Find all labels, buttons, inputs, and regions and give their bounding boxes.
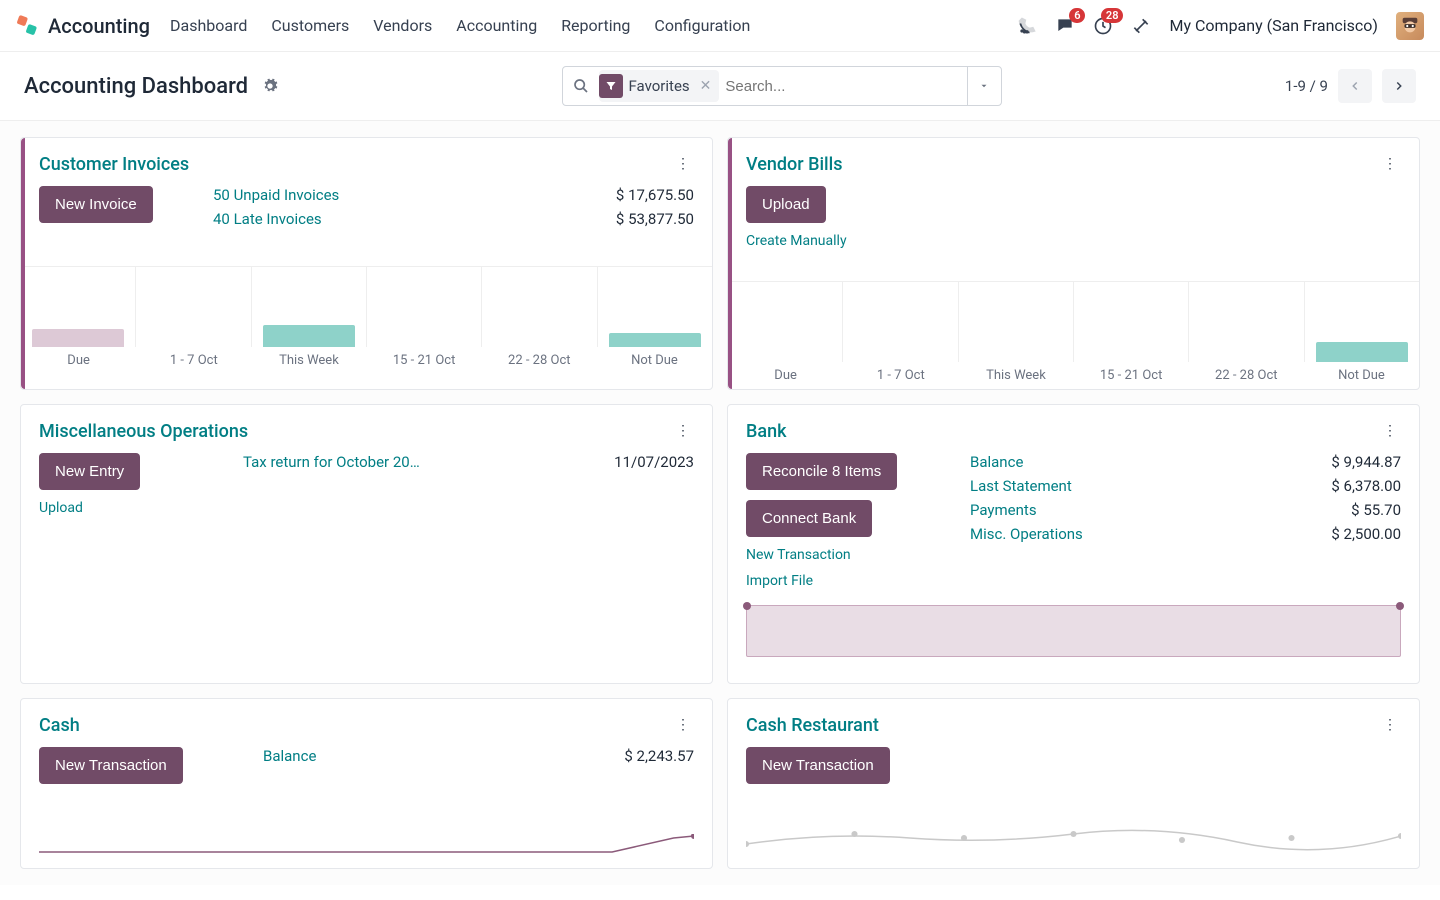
phone-icon[interactable] bbox=[1017, 16, 1037, 36]
dashboard-grid: Customer Invoices ⋮ New Invoice 50 Unpai… bbox=[0, 121, 1440, 885]
kebab-icon[interactable]: ⋮ bbox=[672, 152, 694, 176]
brand-logo-icon bbox=[16, 14, 40, 38]
late-invoices-amount: $ 53,877.50 bbox=[616, 210, 694, 228]
kebab-icon[interactable]: ⋮ bbox=[672, 713, 694, 737]
cash-restaurant-line-chart bbox=[746, 824, 1401, 854]
card-cash-restaurant: Cash Restaurant ⋮ New Transaction bbox=[727, 698, 1420, 869]
unpaid-invoices-amount: $ 17,675.50 bbox=[616, 186, 694, 204]
bank-last-statement-label[interactable]: Last Statement bbox=[970, 477, 1072, 495]
upload-button[interactable]: Upload bbox=[746, 186, 826, 223]
card-title[interactable]: Bank bbox=[746, 421, 786, 442]
nav-accounting[interactable]: Accounting bbox=[456, 16, 537, 35]
bank-payments-amount: $ 55.70 bbox=[1351, 501, 1401, 519]
cash-balance-amount: $ 2,243.57 bbox=[624, 747, 694, 765]
new-transaction-button[interactable]: New Transaction bbox=[746, 747, 890, 784]
activities-icon[interactable]: 28 bbox=[1093, 16, 1113, 36]
import-file-link[interactable]: Import File bbox=[746, 573, 813, 589]
search-bar[interactable]: Favorites ✕ bbox=[562, 66, 1002, 106]
subheader: Accounting Dashboard Favorites ✕ 1-9 / 9 bbox=[0, 52, 1440, 121]
new-transaction-link[interactable]: New Transaction bbox=[746, 547, 851, 563]
gear-icon[interactable] bbox=[262, 78, 278, 94]
pager-range: 1-9 / 9 bbox=[1285, 77, 1328, 95]
tools-icon[interactable] bbox=[1131, 16, 1151, 36]
unpaid-invoices-link[interactable]: 50 Unpaid Invoices bbox=[213, 186, 339, 204]
funnel-icon bbox=[599, 74, 623, 98]
card-title[interactable]: Customer Invoices bbox=[39, 154, 189, 175]
search-input[interactable] bbox=[725, 78, 966, 95]
card-misc-operations: Miscellaneous Operations ⋮ New Entry Upl… bbox=[20, 404, 713, 684]
card-vendor-bills: Vendor Bills ⋮ Upload Create Manually Du… bbox=[727, 137, 1420, 390]
nav-icons: 6 28 My Company (San Francisco) bbox=[1017, 12, 1424, 40]
invoices-barchart bbox=[21, 266, 712, 347]
brand-name: Accounting bbox=[48, 14, 150, 38]
filter-chip-remove[interactable]: ✕ bbox=[696, 78, 716, 94]
bank-line-chart bbox=[746, 605, 1401, 657]
nav-vendors[interactable]: Vendors bbox=[373, 16, 432, 35]
nav-menu: Dashboard Customers Vendors Accounting R… bbox=[170, 16, 750, 35]
brand[interactable]: Accounting bbox=[16, 14, 150, 38]
search-dropdown-toggle[interactable] bbox=[967, 67, 1001, 105]
card-customer-invoices: Customer Invoices ⋮ New Invoice 50 Unpai… bbox=[20, 137, 713, 390]
kebab-icon[interactable]: ⋮ bbox=[672, 419, 694, 443]
new-entry-button[interactable]: New Entry bbox=[39, 453, 140, 490]
filter-chip-favorites: Favorites ✕ bbox=[599, 70, 720, 102]
bank-misc-label[interactable]: Misc. Operations bbox=[970, 525, 1083, 543]
search-icon bbox=[563, 78, 599, 94]
card-title[interactable]: Miscellaneous Operations bbox=[39, 421, 248, 442]
nav-configuration[interactable]: Configuration bbox=[654, 16, 750, 35]
card-title[interactable]: Cash bbox=[39, 715, 80, 736]
messages-badge: 6 bbox=[1069, 8, 1085, 23]
new-invoice-button[interactable]: New Invoice bbox=[39, 186, 153, 223]
reconcile-button[interactable]: Reconcile 8 Items bbox=[746, 453, 897, 490]
bank-payments-label[interactable]: Payments bbox=[970, 501, 1037, 519]
new-transaction-button[interactable]: New Transaction bbox=[39, 747, 183, 784]
pager: 1-9 / 9 bbox=[1285, 69, 1416, 103]
bank-balance-label[interactable]: Balance bbox=[970, 453, 1023, 471]
nav-customers[interactable]: Customers bbox=[271, 16, 349, 35]
kebab-icon[interactable]: ⋮ bbox=[1379, 713, 1401, 737]
card-cash: Cash ⋮ New Transaction Balance $ 2,243.5… bbox=[20, 698, 713, 869]
pager-prev bbox=[1338, 69, 1372, 103]
activities-badge: 28 bbox=[1101, 8, 1124, 23]
bank-misc-amount: $ 2,500.00 bbox=[1331, 525, 1401, 543]
upload-link[interactable]: Upload bbox=[39, 500, 83, 516]
pager-next[interactable] bbox=[1382, 69, 1416, 103]
tax-return-link[interactable]: Tax return for October 20… bbox=[243, 453, 420, 471]
late-invoices-link[interactable]: 40 Late Invoices bbox=[213, 210, 322, 228]
card-title[interactable]: Cash Restaurant bbox=[746, 715, 879, 736]
messages-icon[interactable]: 6 bbox=[1055, 16, 1075, 36]
top-nav: Accounting Dashboard Customers Vendors A… bbox=[0, 0, 1440, 52]
cash-line-chart bbox=[39, 834, 694, 854]
connect-bank-button[interactable]: Connect Bank bbox=[746, 500, 872, 537]
tax-return-date: 11/07/2023 bbox=[614, 453, 694, 471]
card-title[interactable]: Vendor Bills bbox=[746, 154, 842, 175]
nav-reporting[interactable]: Reporting bbox=[561, 16, 630, 35]
bank-balance-amount: $ 9,944.87 bbox=[1331, 453, 1401, 471]
create-manually-link[interactable]: Create Manually bbox=[746, 233, 847, 249]
bank-last-statement-amount: $ 6,378.00 bbox=[1331, 477, 1401, 495]
card-bank: Bank ⋮ Reconcile 8 Items Connect Bank Ne… bbox=[727, 404, 1420, 684]
kebab-icon[interactable]: ⋮ bbox=[1379, 419, 1401, 443]
page-title: Accounting Dashboard bbox=[24, 74, 248, 99]
nav-dashboard[interactable]: Dashboard bbox=[170, 16, 247, 35]
filter-chip-label: Favorites bbox=[629, 77, 690, 95]
company-selector[interactable]: My Company (San Francisco) bbox=[1169, 16, 1378, 35]
cash-balance-label[interactable]: Balance bbox=[263, 747, 316, 765]
bills-barchart bbox=[728, 281, 1419, 362]
kebab-icon[interactable]: ⋮ bbox=[1379, 152, 1401, 176]
user-avatar[interactable] bbox=[1396, 12, 1424, 40]
